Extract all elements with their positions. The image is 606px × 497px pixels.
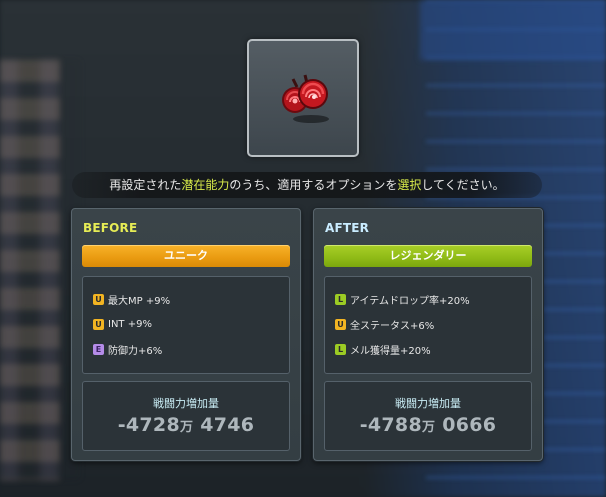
before-panel[interactable]: BEFORE ユニーク U 最大MP +9% U INT +9% E 防御力+6… [71, 208, 301, 461]
blurred-inventory-columns [0, 60, 80, 480]
after-option-row: L アイテムドロップ率+20% [335, 291, 470, 307]
before-option-row: E 防御力+6% [93, 341, 162, 357]
instruction-highlight-select: 選択 [397, 178, 422, 192]
before-options-box: U 最大MP +9% U INT +9% E 防御力+6% [82, 276, 290, 374]
after-power-unit: 万 [421, 420, 436, 435]
after-option-text: アイテムドロップ率+20% [350, 295, 470, 307]
before-grade-bar: ユニーク [82, 245, 290, 267]
instruction-text: 再設定された潜在能力のうち、適用するオプションを選択してください。 [72, 172, 542, 198]
potential-reset-screen: 再設定された潜在能力のうち、適用するオプションを選択してください。 BEFORE… [0, 0, 606, 497]
before-option-text: INT +9% [108, 318, 152, 330]
instruction-post: してください。 [421, 178, 505, 192]
red-rose-earrings-icon [282, 74, 329, 123]
blurred-top-window [420, 0, 606, 60]
before-power-rest: 4746 [193, 414, 255, 436]
before-title: BEFORE [83, 221, 138, 235]
after-power-main: -4788 [359, 414, 422, 436]
after-panel[interactable]: AFTER レジェンダリー L アイテムドロップ率+20% U 全ステータス+6… [313, 208, 543, 461]
instruction-pre: 再設定された [109, 178, 182, 192]
instruction-highlight-potential: 潜在能力 [181, 178, 230, 192]
unique-grade-badge-icon: U [93, 318, 104, 330]
before-option-row: U INT +9% [93, 316, 152, 332]
legendary-grade-badge-icon: L [335, 343, 346, 355]
before-power-label: 戦闘力増加量 [153, 397, 219, 410]
before-option-text: 防御力+6% [108, 345, 163, 357]
after-title: AFTER [325, 221, 370, 235]
after-option-row: L メル獲得量+20% [335, 341, 431, 357]
after-power-value: -4788万 0666 [325, 414, 531, 436]
item-slot [247, 39, 359, 157]
after-grade-bar: レジェンダリー [324, 245, 532, 267]
after-option-row: U 全ステータス+6% [335, 316, 434, 332]
before-option-row: U 最大MP +9% [93, 291, 170, 307]
after-combat-power-box: 戦闘力増加量 -4788万 0666 [324, 381, 532, 451]
before-option-text: 最大MP +9% [108, 295, 171, 307]
epic-grade-badge-icon: E [93, 343, 104, 355]
after-option-text: 全ステータス+6% [350, 320, 435, 332]
before-power-value: -4728万 4746 [83, 414, 289, 436]
instruction-mid: のうち、適用するオプションを [229, 178, 398, 192]
before-combat-power-box: 戦闘力増加量 -4728万 4746 [82, 381, 290, 451]
after-options-box: L アイテムドロップ率+20% U 全ステータス+6% L メル獲得量+20% [324, 276, 532, 374]
after-option-text: メル獲得量+20% [350, 345, 431, 357]
before-power-main: -4728 [117, 414, 180, 436]
unique-grade-badge-icon: U [335, 318, 346, 330]
before-power-unit: 万 [179, 420, 194, 435]
after-power-rest: 0666 [435, 414, 497, 436]
after-power-label: 戦闘力増加量 [395, 397, 461, 410]
unique-grade-badge-icon: U [93, 293, 104, 305]
legendary-grade-badge-icon: L [335, 293, 346, 305]
